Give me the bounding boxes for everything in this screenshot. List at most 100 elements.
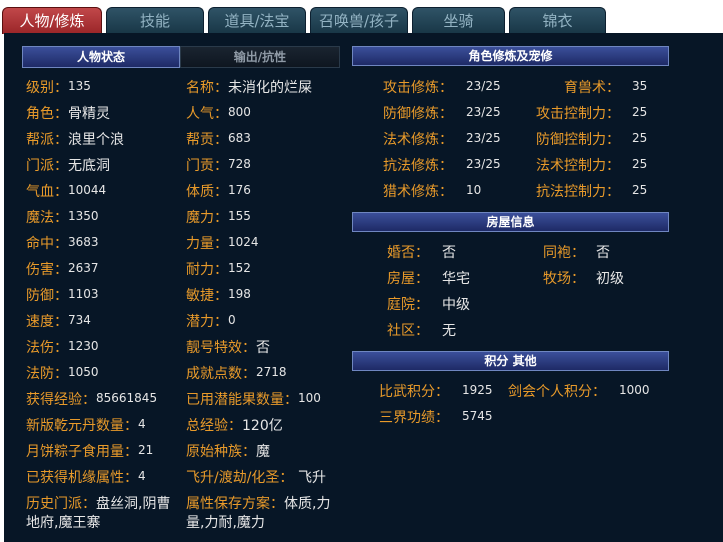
stat-value: 155 <box>228 209 251 223</box>
stat-value: 100 <box>298 391 321 405</box>
stat-value: 683 <box>228 131 251 145</box>
stat-label: 新版乾元丹数量： <box>26 418 138 434</box>
stat-value: 4 <box>138 417 146 431</box>
stat-value: 盘丝洞,阴曹 <box>96 496 171 512</box>
points-value: 1000 <box>619 383 650 397</box>
subtab-character-status[interactable]: 人物状态 <box>22 46 180 68</box>
stat-value: 2637 <box>68 261 99 275</box>
stat-label: 级别： <box>26 80 68 96</box>
stat-label: 耐力： <box>186 262 228 278</box>
cultivation-value: 23/25 <box>466 105 501 119</box>
house-label: 同袍： <box>543 245 585 261</box>
stat-value: 800 <box>228 105 251 119</box>
stat-value: 2718 <box>256 365 287 379</box>
stat-value: 4 <box>138 469 146 483</box>
stat-label: 气血： <box>26 184 68 200</box>
stat-label: 帮贡： <box>186 132 228 148</box>
stat-label: 防御： <box>26 288 68 304</box>
cultivation-value: 25 <box>632 105 648 119</box>
stat-label: 获得经验： <box>26 392 96 408</box>
stat-label: 力量： <box>186 236 228 252</box>
stat-value: 3683 <box>68 235 99 249</box>
stat-label: 法防： <box>26 366 68 382</box>
points-value: 1925 <box>462 383 493 397</box>
stat-value: 体质,力 <box>284 496 331 512</box>
stat-label: 原始种族： <box>186 444 256 460</box>
stat-label: 魔力： <box>186 210 228 226</box>
subtab-output-resistance[interactable]: 输出/抗性 <box>180 46 340 68</box>
stat-label: 门派： <box>26 158 68 174</box>
cultivation-label: 猎术修炼： <box>383 184 453 200</box>
stat-value: 0 <box>228 313 236 327</box>
cultivation-label: 攻击控制力： <box>536 106 620 122</box>
cultivation-value: 25 <box>632 131 648 145</box>
stat-label: 已用潜能果数量： <box>186 392 298 408</box>
stat-label: 已获得机缘属性： <box>26 470 138 486</box>
house-value: 无 <box>442 323 456 339</box>
stat-label: 名称： <box>186 80 228 96</box>
stat-label: 敏捷： <box>186 288 228 304</box>
stat-value: 量,力耐,魔力 <box>186 515 265 531</box>
stat-label: 门贡： <box>186 158 228 174</box>
stat-value: 骨精灵 <box>68 106 110 122</box>
tab-mounts[interactable]: 坐骑 <box>412 7 505 34</box>
house-info-header: 房屋信息 <box>352 212 669 232</box>
house-label: 社区： <box>387 323 429 339</box>
cultivation-value: 10 <box>466 183 482 197</box>
stat-label: 速度： <box>26 314 68 330</box>
tab-items-treasures[interactable]: 道具/法宝 <box>208 7 306 34</box>
cultivation-value: 23/25 <box>466 131 501 145</box>
cultivation-header: 角色修炼及宠修 <box>352 46 669 66</box>
cultivation-label: 防御修炼： <box>383 106 453 122</box>
stat-label: 伤害： <box>26 262 68 278</box>
cultivation-value: 35 <box>632 79 648 93</box>
tab-skills[interactable]: 技能 <box>106 7 204 34</box>
stat-label: 命中： <box>26 236 68 252</box>
stat-label: 靓号特效： <box>186 340 256 356</box>
stat-value: 21 <box>138 443 154 457</box>
house-label: 房屋： <box>387 271 429 287</box>
stat-value: 120亿 <box>242 418 283 434</box>
tab-summons-children[interactable]: 召唤兽/孩子 <box>310 7 408 34</box>
house-value: 否 <box>442 245 456 261</box>
stat-value: 176 <box>228 183 251 197</box>
stat-label: 人气： <box>186 106 228 122</box>
cultivation-value: 23/25 <box>466 157 501 171</box>
points-label: 剑会个人积分： <box>508 384 606 400</box>
house-label: 庭院： <box>387 297 429 313</box>
stat-value: 152 <box>228 261 251 275</box>
stat-label: 飞升/渡劫/化圣： <box>186 470 294 486</box>
stat-label: 总经验： <box>186 418 242 434</box>
points-header: 积分 其他 <box>352 351 669 371</box>
stat-label: 法伤： <box>26 340 68 356</box>
stat-value: 198 <box>228 287 251 301</box>
tab-character-cultivation[interactable]: 人物/修炼 <box>2 7 102 34</box>
stat-value: 否 <box>256 340 270 356</box>
stat-value: 1050 <box>68 365 99 379</box>
stat-value: 10044 <box>68 183 107 197</box>
points-label: 比武积分： <box>379 384 449 400</box>
stat-label: 体质： <box>186 184 228 200</box>
stat-label: 帮派： <box>26 132 68 148</box>
main-panel: 人物状态 输出/抗性 级别： 135 角色： 骨精灵 帮派： 浪里个浪 门派： … <box>4 33 723 542</box>
cultivation-label: 攻击修炼： <box>383 80 453 96</box>
stat-value: 1350 <box>68 209 99 223</box>
stat-label: 潜力： <box>186 314 228 330</box>
stat-value: 未消化的烂屎 <box>228 80 312 96</box>
stat-value: 85661845 <box>96 391 158 405</box>
tab-outfits[interactable]: 锦衣 <box>509 7 606 34</box>
stat-value: 135 <box>68 79 91 93</box>
cultivation-label: 法术控制力： <box>536 158 620 174</box>
cultivation-label: 法术修炼： <box>383 132 453 148</box>
cultivation-label: 防御控制力： <box>536 132 620 148</box>
cultivation-label: 抗法修炼： <box>383 158 453 174</box>
stat-value: 728 <box>228 157 251 171</box>
top-tab-bar: 人物/修炼 技能 道具/法宝 召唤兽/孩子 坐骑 锦衣 <box>0 0 723 34</box>
stat-value: 浪里个浪 <box>68 132 124 148</box>
stat-label: 角色： <box>26 106 68 122</box>
cultivation-value: 25 <box>632 157 648 171</box>
points-value: 5745 <box>462 409 493 423</box>
stat-value: 飞升 <box>298 470 326 486</box>
house-label: 婚否： <box>387 245 429 261</box>
status-subtabs: 人物状态 输出/抗性 <box>22 46 340 68</box>
